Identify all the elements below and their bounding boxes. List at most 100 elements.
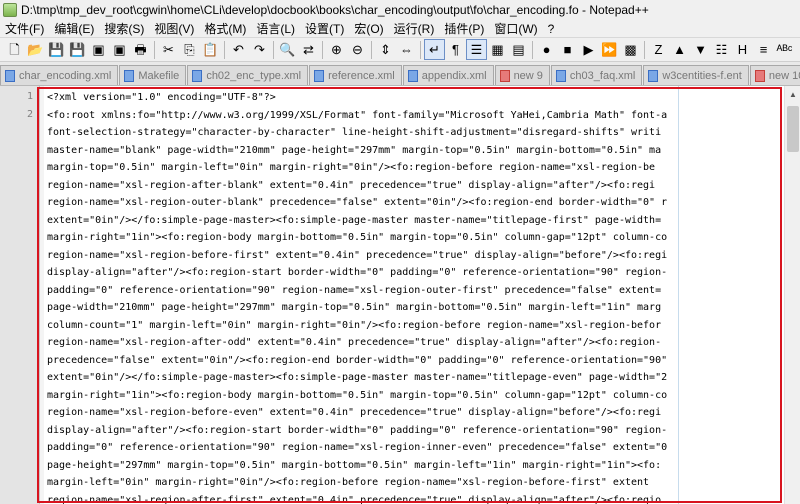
menu-item-4[interactable]: 格式(M) bbox=[199, 20, 251, 38]
code-line[interactable]: page-height="297mm" margin-top="0.5in" m… bbox=[47, 457, 661, 475]
code-line[interactable]: <fo:root xmlns:fo="http://www.w3.org/199… bbox=[47, 107, 667, 125]
zoom-out-icon[interactable]: ⊖ bbox=[347, 39, 368, 60]
scroll-up-arrow-icon[interactable]: ▲ bbox=[785, 86, 800, 102]
save-all-icon[interactable]: 💾 bbox=[67, 39, 88, 60]
line-number: 2 bbox=[26, 108, 33, 120]
code-line[interactable]: display-align="after"/><fo:region-start … bbox=[47, 264, 667, 282]
tab-label: char_encoding.xml bbox=[19, 69, 112, 82]
move-down-icon[interactable]: ▼ bbox=[690, 39, 711, 60]
collapse-icon[interactable]: Z bbox=[648, 39, 669, 60]
menu-item-10[interactable]: 窗口(W) bbox=[489, 20, 542, 38]
tab-0[interactable]: char_encoding.xml bbox=[0, 65, 119, 85]
cut-icon[interactable]: ✂ bbox=[158, 39, 179, 60]
tab-1[interactable]: Makefile bbox=[119, 65, 187, 85]
scrollbar-thumb[interactable] bbox=[787, 106, 799, 152]
code-line[interactable]: region-name="xsl-region-before-first" ex… bbox=[47, 247, 667, 265]
play-macro-icon[interactable]: ▶ bbox=[578, 39, 599, 60]
toolbar-separator bbox=[273, 40, 274, 59]
tab-7[interactable]: w3centities-f.ent bbox=[643, 65, 749, 85]
menu-item-2[interactable]: 搜索(S) bbox=[99, 20, 149, 38]
code-line[interactable]: <?xml version="1.0" encoding="UTF-8"?> bbox=[47, 89, 276, 107]
code-line[interactable]: font-selection-strategy="character-by-ch… bbox=[47, 124, 661, 142]
menu-item-11[interactable]: ? bbox=[543, 20, 560, 38]
save-macro-icon[interactable]: ▩ bbox=[620, 39, 641, 60]
code-line[interactable]: region-name="xsl-region-after-first" ext… bbox=[47, 492, 661, 504]
paste-icon[interactable]: 📋 bbox=[200, 39, 221, 60]
code-line[interactable]: column-count="1" margin-left="0in" margi… bbox=[47, 317, 661, 335]
find-icon[interactable]: 🔍 bbox=[277, 39, 298, 60]
zoom-in-icon[interactable]: ⊕ bbox=[326, 39, 347, 60]
unsaved-file-icon bbox=[754, 69, 765, 82]
code-line[interactable]: master-name="blank" page-width="210mm" p… bbox=[47, 142, 661, 160]
print-icon[interactable]: 🖶 bbox=[130, 39, 151, 60]
show-all-chars-icon[interactable]: ¶ bbox=[445, 39, 466, 60]
code-line[interactable]: margin-left="0in" margin-right="0in"/><f… bbox=[47, 474, 649, 492]
run-macro-multiple-icon[interactable]: ⏩ bbox=[599, 39, 620, 60]
tab-8[interactable]: new 10 bbox=[749, 65, 800, 85]
code-line[interactable]: margin-right="1in"><fo:region-body margi… bbox=[47, 229, 667, 247]
code-area[interactable]: <?xml version="1.0" encoding="UTF-8"?> <f… bbox=[44, 86, 800, 504]
notepad-plus-plus-icon bbox=[3, 3, 17, 17]
save-icon[interactable]: 💾 bbox=[46, 39, 67, 60]
editor[interactable]: 1 2 <?xml version="1.0" encoding="UTF-8"?… bbox=[0, 86, 800, 504]
code-line[interactable]: region-name="xsl-region-after-odd" exten… bbox=[47, 334, 661, 352]
new-file-icon[interactable]: 🗋 bbox=[4, 39, 25, 60]
edge-column-marker bbox=[678, 86, 679, 504]
line-number: 1 bbox=[26, 91, 33, 102]
code-line[interactable]: region-name="xsl-region-before-even" ext… bbox=[47, 404, 661, 422]
vertical-scrollbar[interactable]: ▲ bbox=[784, 86, 800, 504]
word-wrap-icon[interactable]: ↵ bbox=[424, 39, 445, 60]
tab-6[interactable]: ch03_faq.xml bbox=[550, 65, 643, 85]
tab-5[interactable]: new 9 bbox=[494, 65, 550, 85]
spellcheck-icon[interactable]: ᴬᴮᶜ bbox=[774, 39, 795, 60]
code-line[interactable]: page-width="210mm" page-height="297mm" m… bbox=[47, 299, 661, 317]
menu-item-9[interactable]: 插件(P) bbox=[439, 20, 489, 38]
menu-item-3[interactable]: 视图(V) bbox=[149, 20, 199, 38]
code-line[interactable]: padding="0" reference-orientation="90" r… bbox=[47, 439, 667, 457]
code-line[interactable]: margin-right="1in"><fo:region-body margi… bbox=[47, 387, 667, 405]
code-line[interactable]: margin-top="0.5in" margin-left="0in" mar… bbox=[47, 159, 655, 177]
open-file-icon[interactable]: 📂 bbox=[25, 39, 46, 60]
saved-file-icon bbox=[407, 69, 418, 82]
move-up-icon[interactable]: ▲ bbox=[669, 39, 690, 60]
copy-icon[interactable]: ⎘ bbox=[179, 39, 200, 60]
tab-4[interactable]: appendix.xml bbox=[402, 65, 494, 85]
code-line[interactable]: region-name="xsl-region-after-blank" ext… bbox=[47, 177, 655, 195]
code-line[interactable]: region-name="xsl-region-outer-blank" pre… bbox=[47, 194, 667, 212]
window-title: D:\tmp\tmp_dev_root\cgwin\home\CLi\devel… bbox=[21, 3, 649, 17]
code-line[interactable]: extent="0in"/></fo:simple-page-master><f… bbox=[47, 369, 667, 387]
code-line[interactable]: padding="0" reference-orientation="90" r… bbox=[47, 282, 661, 300]
sync-vertical-icon[interactable]: ⇕ bbox=[375, 39, 396, 60]
menu-item-0[interactable]: 文件(F) bbox=[0, 20, 49, 38]
user-lang-icon[interactable]: ▦ bbox=[487, 39, 508, 60]
redo-icon[interactable]: ↷ bbox=[249, 39, 270, 60]
menu-bar: 文件(F) 编辑(E) 搜索(S) 视图(V) 格式(M) 语言(L) 设置(T) 宏(O) 运… bbox=[0, 20, 800, 38]
toolbar-separator bbox=[371, 40, 372, 59]
tab-2[interactable]: ch02_enc_type.xml bbox=[187, 65, 309, 85]
menu-item-5[interactable]: 语言(L) bbox=[251, 20, 300, 38]
undo-icon[interactable]: ↶ bbox=[228, 39, 249, 60]
replace-icon[interactable]: ⇄ bbox=[298, 39, 319, 60]
sync-horizontal-icon[interactable]: ⇔ bbox=[396, 39, 417, 60]
tab-label: ch02_enc_type.xml bbox=[206, 69, 302, 82]
close-all-icon[interactable]: ▣ bbox=[109, 39, 130, 60]
menu-item-8[interactable]: 运行(R) bbox=[389, 20, 440, 38]
italic-h-icon[interactable]: H bbox=[732, 39, 753, 60]
indent-guide-icon[interactable]: ☰ bbox=[466, 39, 487, 60]
menu-item-1[interactable]: 编辑(E) bbox=[49, 20, 99, 38]
close-icon[interactable]: ▣ bbox=[88, 39, 109, 60]
sort-icon[interactable]: ☷ bbox=[711, 39, 732, 60]
code-line[interactable]: precedence="false" extent="0in"/><fo:reg… bbox=[47, 352, 667, 370]
toolbar-separator bbox=[154, 40, 155, 59]
title-bar: D:\tmp\tmp_dev_root\cgwin\home\CLi\devel… bbox=[0, 0, 800, 20]
list-icon[interactable]: ≡ bbox=[753, 39, 774, 60]
tab-3[interactable]: reference.xml bbox=[309, 65, 402, 85]
doc-map-icon[interactable]: ▤ bbox=[508, 39, 529, 60]
menu-item-6[interactable]: 设置(T) bbox=[300, 20, 349, 38]
tab-label: new 9 bbox=[513, 69, 543, 82]
code-line[interactable]: extent="0in"/></fo:simple-page-master><f… bbox=[47, 212, 661, 230]
record-macro-icon[interactable]: ● bbox=[536, 39, 557, 60]
stop-record-icon[interactable]: ■ bbox=[557, 39, 578, 60]
menu-item-7[interactable]: 宏(O) bbox=[349, 20, 388, 38]
code-line[interactable]: display-align="after"/><fo:region-start … bbox=[47, 422, 667, 440]
